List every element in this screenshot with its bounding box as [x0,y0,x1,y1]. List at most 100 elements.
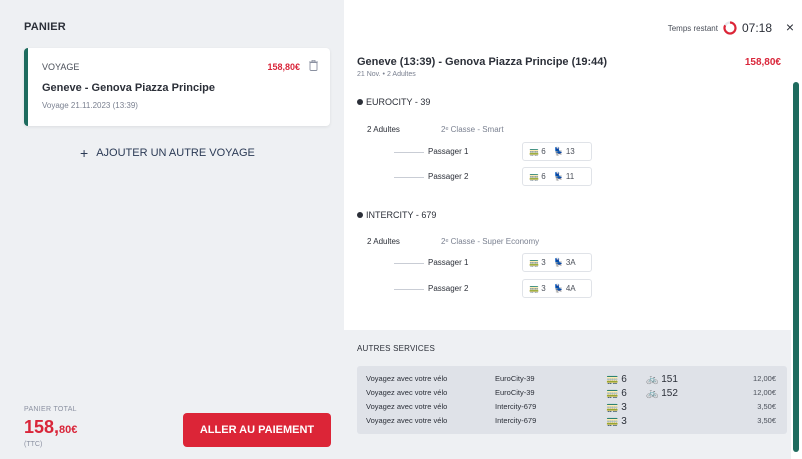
total-cents: 80€ [59,424,78,436]
train-adults: 2 Adultes [367,237,400,246]
trip-label: VOYAGE [42,62,80,72]
timer: Temps restant 07:18 [668,21,772,35]
timer-label: Temps restant [667,23,718,33]
service-car: 🚃 3 [606,402,627,413]
car-icon: 🚃 [606,388,619,399]
service-price: 3,50€ [757,402,776,411]
train-classe: 2ᵉ Classe - Super Economy [441,237,540,246]
seat-info-value: 💺 3A [554,258,576,267]
car-info: 🚃 3 [529,258,546,267]
car-icon: 🚃 [606,374,619,385]
timer-value: 07:18 [741,21,772,35]
seat-number: 13 [565,147,575,156]
timer-icon [723,21,737,35]
car-icon: 🚃 [606,416,619,427]
car-info: 🚃 3 [529,284,546,293]
services-list: Voyagez avec votre vélo EuroCity-39 🚃 6 … [357,366,787,434]
seat-number: 4A [565,284,576,293]
car-number: 6 [541,172,546,181]
seat-info-value: 💺 13 [554,147,575,156]
car-number: 3 [621,416,627,427]
bike-icon: 🚲 [646,374,659,385]
service-price: 12,00€ [753,388,776,397]
service-car: 🚃 6 [606,388,627,399]
car-icon: 🚃 [529,284,539,293]
service-row: Voyagez avec votre vélo Intercity-679 🚃 … [357,416,787,428]
service-desc: Voyagez avec votre vélo [366,416,448,425]
services-title: AUTRES SERVICES [357,344,435,353]
seat-icon: 💺 [553,172,564,181]
seat-info: 🚃 6 💺 13 [522,142,592,161]
car-number: 6 [621,374,627,385]
trip-card[interactable]: VOYAGE 158,80€ Geneve - Genova Piazza Pr… [24,48,330,126]
total-main: 158, [24,417,60,437]
train-name: INTERCITY - 679 [366,210,437,220]
service-row: Voyagez avec votre vélo EuroCity-39 🚃 6 … [357,388,787,400]
service-desc: Voyagez avec votre vélo [366,374,448,383]
bike-number: 151 [661,374,678,385]
total-label: PANIER TOTAL [24,406,77,413]
passenger-label: Passager 1 [428,258,469,267]
car-icon: 🚃 [606,402,619,413]
service-train: EuroCity-39 [495,388,535,397]
passenger-divider [394,289,424,290]
passenger-divider [394,152,424,153]
add-trip-label: AJOUTER UN AUTRE VOYAGE [96,147,255,159]
train-dot-icon [357,212,363,218]
service-price: 12,00€ [753,374,776,383]
train-name: EUROCITY - 39 [366,97,431,107]
car-number: 3 [541,284,546,293]
journey-title: Geneve (13:39) - Genova Piazza Principe … [357,56,608,68]
seat-info-value: 💺 11 [554,172,575,181]
cart-title: PANIER [24,21,66,33]
passenger-divider [394,263,424,264]
service-train: Intercity-679 [495,416,537,425]
car-icon: 🚃 [529,258,539,267]
trash-icon[interactable] [309,60,318,71]
trip-date: Voyage 21.11.2023 (13:39) [42,101,138,110]
train-header: EUROCITY - 39 [357,97,430,107]
car-number: 6 [621,388,627,399]
car-number: 6 [541,147,546,156]
service-bike: 🚲 152 [646,388,678,399]
service-desc: Voyagez avec votre vélo [366,402,448,411]
service-bike: 🚲 151 [646,374,678,385]
car-icon: 🚃 [529,172,539,181]
passenger-label: Passager 1 [428,147,469,156]
seat-number: 11 [565,172,575,181]
passenger-label: Passager 2 [428,284,469,293]
trip-route: Geneve - Genova Piazza Principe [42,82,216,94]
service-row: Voyagez avec votre vélo EuroCity-39 🚃 6 … [357,374,787,386]
seat-icon: 💺 [553,258,564,267]
train-header: INTERCITY - 679 [357,210,436,220]
car-icon: 🚃 [529,147,539,156]
seat-icon: 💺 [553,284,564,293]
trip-price: 158,80€ [267,62,300,72]
service-row: Voyagez avec votre vélo Intercity-679 🚃 … [357,402,787,414]
service-car: 🚃 3 [606,416,627,427]
services-section: AUTRES SERVICES Voyagez avec votre vélo … [344,330,791,459]
service-train: EuroCity-39 [495,374,535,383]
total-amount: 158,80€ [24,417,77,438]
seat-info: 🚃 3 💺 4A [522,279,592,298]
pay-button[interactable]: ALLER AU PAIEMENT [183,413,331,447]
car-info: 🚃 6 [529,147,546,156]
passenger-label: Passager 2 [428,172,469,181]
bike-number: 152 [661,388,678,399]
seat-number: 3A [565,258,576,267]
plus-icon: + [80,145,89,161]
close-button[interactable]: × [786,20,794,34]
bike-icon: 🚲 [646,388,659,399]
seat-info: 🚃 3 💺 3A [522,253,592,272]
scrollbar[interactable] [793,82,799,452]
train-dot-icon [357,99,363,105]
passenger-divider [394,177,424,178]
service-desc: Voyagez avec votre vélo [366,388,448,397]
seat-icon: 💺 [553,147,564,156]
add-trip-button[interactable]: + AJOUTER UN AUTRE VOYAGE [80,146,255,160]
cart-panel: PANIER VOYAGE 158,80€ Geneve - Genova Pi… [0,0,344,459]
service-price: 3,50€ [757,416,776,425]
train-adults: 2 Adultes [367,125,400,134]
car-number: 3 [621,402,627,413]
journey-details: Geneve (13:39) - Genova Piazza Principe … [344,48,802,459]
